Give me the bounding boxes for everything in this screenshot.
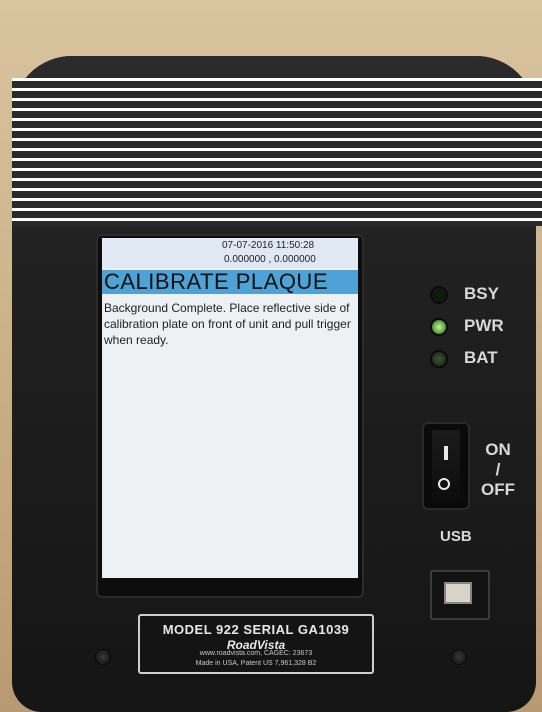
usb-label: USB	[440, 528, 472, 545]
status-bar: 07-07-2016 11:50:28 0.000000 , 0.000000	[102, 238, 358, 268]
off-mark-icon	[438, 478, 450, 490]
power-switch[interactable]	[424, 424, 468, 508]
made-in-patent: Made in USA, Patent US 7,961,328 B2	[195, 660, 317, 667]
on-mark-icon	[444, 446, 448, 460]
title-banner: CALIBRATE PLAQUE	[102, 270, 358, 294]
usb-connector-icon	[444, 582, 472, 604]
pwr-led-icon	[432, 320, 446, 334]
screw-left-icon	[96, 650, 110, 664]
gps-coordinates: 0.000000 , 0.000000	[224, 254, 316, 265]
on-label: ON	[485, 440, 511, 459]
instruction-message: Background Complete. Place reflective si…	[104, 301, 351, 347]
lcd-screen: 07-07-2016 11:50:28 0.000000 , 0.000000 …	[102, 238, 358, 578]
bat-led-icon	[432, 352, 446, 366]
bsy-label: BSY	[464, 284, 499, 303]
indicator-pwr: PWR	[432, 316, 522, 340]
power-rocker[interactable]	[432, 430, 460, 502]
screen-title: CALIBRATE PLAQUE	[104, 269, 328, 294]
bat-label: BAT	[464, 348, 498, 367]
on-off-label: ON / OFF	[474, 440, 522, 500]
indicator-bsy: BSY	[432, 284, 522, 308]
website-cagec: www.roadvista.com, CAGEC: 23673	[199, 650, 313, 657]
nameplate: MODEL 922 SERIAL GA1039 RoadVista www.ro…	[138, 614, 374, 674]
screw-right-icon	[452, 650, 466, 664]
off-label: OFF	[481, 480, 515, 499]
bsy-led-icon	[432, 288, 446, 302]
redaction-stripes	[12, 78, 542, 226]
model-serial: MODEL 922 SERIAL GA1039	[162, 622, 350, 637]
indicator-bat: BAT	[432, 348, 522, 372]
usb-port[interactable]	[430, 570, 490, 620]
pwr-label: PWR	[464, 316, 504, 335]
date-time: 07-07-2016 11:50:28	[222, 240, 315, 251]
on-off-separator: /	[495, 460, 501, 479]
